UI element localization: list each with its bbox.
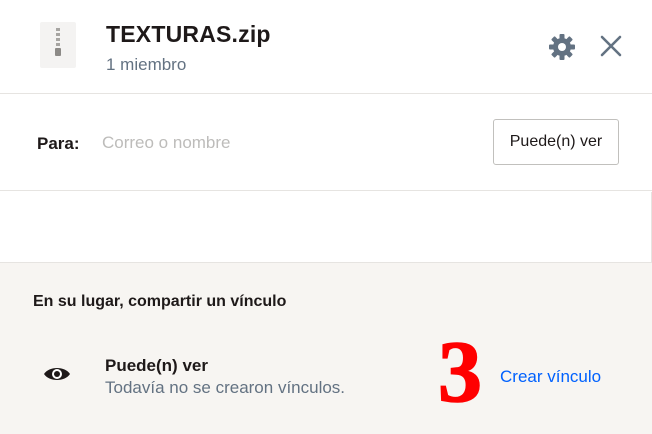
permission-dropdown-button[interactable]: Puede(n) ver — [493, 119, 619, 165]
zip-file-icon — [40, 22, 76, 68]
settings-button[interactable] — [546, 31, 578, 63]
dialog-header: TEXTURAS.zip 1 miembro — [0, 0, 652, 94]
members-area — [0, 192, 652, 262]
link-permission: Puede(n) ver — [105, 356, 208, 375]
eye-icon — [42, 364, 72, 384]
step-number-badge: 3 — [432, 323, 488, 422]
close-icon — [600, 35, 622, 57]
to-label: Para: — [37, 134, 80, 153]
member-count: 1 miembro — [106, 55, 187, 74]
link-status: Todavía no se crearon vínculos. — [105, 378, 346, 397]
share-dialog: TEXTURAS.zip 1 miembro Para: Correo o no… — [0, 0, 652, 434]
close-button[interactable] — [596, 31, 626, 61]
recipient-input[interactable] — [92, 125, 472, 161]
create-link-button[interactable]: Crear vínculo — [500, 367, 601, 387]
file-name: TEXTURAS.zip — [106, 21, 271, 47]
gear-icon — [549, 34, 575, 60]
step-number-text: 3 — [438, 333, 482, 409]
section-title: En su lugar, compartir un vínculo — [33, 293, 287, 310]
share-recipient-row: Para: Puede(n) ver — [0, 95, 652, 191]
share-link-section: En su lugar, compartir un vínculo Puede(… — [0, 262, 652, 434]
